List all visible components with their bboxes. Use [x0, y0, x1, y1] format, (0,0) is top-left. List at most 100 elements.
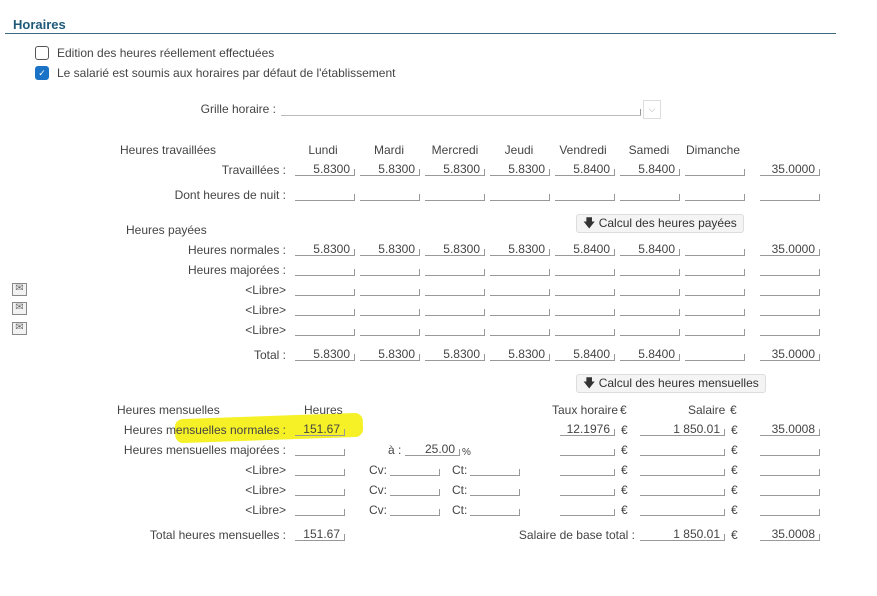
hours-field[interactable]: 5.8300 — [425, 162, 485, 176]
hours-field[interactable] — [490, 322, 550, 336]
heures-field[interactable] — [295, 462, 345, 476]
salaire-field[interactable] — [640, 482, 725, 496]
heures-field[interactable] — [295, 482, 345, 496]
hours-field[interactable] — [685, 262, 745, 276]
horaires-defaut-checkbox[interactable]: ✓ — [35, 66, 49, 80]
hours-field[interactable] — [760, 187, 820, 201]
calcul-heures-payees-button[interactable]: 🡇 Calcul des heures payées — [576, 214, 744, 233]
taux-horaire-field[interactable] — [560, 502, 615, 516]
heures-field[interactable] — [295, 442, 345, 456]
hours-field[interactable]: 5.8400 — [555, 347, 615, 361]
hours-field[interactable] — [620, 302, 680, 316]
heures-field[interactable]: 151.67 — [295, 422, 345, 436]
hours-field[interactable] — [425, 322, 485, 336]
hours-field[interactable] — [360, 282, 420, 296]
hours-field[interactable] — [685, 282, 745, 296]
hours-field[interactable]: 5.8400 — [620, 162, 680, 176]
ct-field[interactable] — [470, 482, 520, 496]
hours-field[interactable]: 35.0000 — [760, 347, 820, 361]
salaire-field[interactable]: 1 850.01 — [640, 422, 725, 436]
edition-heures-checkbox[interactable] — [35, 46, 49, 60]
calcul-heures-mensuelles-button[interactable]: 🡇 Calcul des heures mensuelles — [576, 374, 766, 393]
monthly-last-field[interactable] — [760, 462, 820, 476]
hours-field[interactable] — [760, 282, 820, 296]
hours-field[interactable] — [555, 187, 615, 201]
total-last-field[interactable]: 35.0008 — [760, 527, 820, 541]
hours-field[interactable]: 5.8400 — [620, 347, 680, 361]
hours-field[interactable]: 5.8400 — [555, 242, 615, 256]
hours-field[interactable]: 5.8300 — [360, 347, 420, 361]
hours-field[interactable] — [760, 262, 820, 276]
taux-horaire-field[interactable] — [560, 482, 615, 496]
taux-horaire-field[interactable] — [560, 462, 615, 476]
cv-field[interactable] — [390, 482, 440, 496]
hours-field[interactable] — [685, 242, 745, 256]
monthly-last-field[interactable] — [760, 482, 820, 496]
ct-field[interactable] — [470, 462, 520, 476]
hours-field[interactable]: 5.8300 — [490, 162, 550, 176]
hours-field[interactable] — [490, 302, 550, 316]
hours-field[interactable] — [295, 262, 355, 276]
hours-field[interactable] — [760, 302, 820, 316]
hours-field[interactable] — [685, 162, 745, 176]
hours-field[interactable]: 5.8400 — [555, 162, 615, 176]
hours-field[interactable] — [620, 262, 680, 276]
hours-field[interactable] — [490, 187, 550, 201]
hours-field[interactable] — [425, 262, 485, 276]
hours-field[interactable] — [425, 187, 485, 201]
salaire-field[interactable] — [640, 502, 725, 516]
monthly-last-field[interactable] — [760, 442, 820, 456]
hours-field[interactable]: 35.0000 — [760, 162, 820, 176]
hours-field[interactable]: 5.8300 — [425, 347, 485, 361]
envelope-icon[interactable]: ✉ — [12, 302, 27, 315]
hours-field[interactable] — [360, 322, 420, 336]
hours-field[interactable] — [490, 262, 550, 276]
hours-field[interactable]: 35.0000 — [760, 242, 820, 256]
hours-field[interactable] — [685, 302, 745, 316]
hours-field[interactable] — [555, 282, 615, 296]
ct-field[interactable] — [470, 502, 520, 516]
salaire-field[interactable] — [640, 442, 725, 456]
hours-field[interactable] — [425, 302, 485, 316]
hours-field[interactable] — [555, 262, 615, 276]
hours-field[interactable] — [295, 302, 355, 316]
taux-horaire-field[interactable] — [560, 442, 615, 456]
taux-horaire-field[interactable]: 12.1976 — [560, 422, 615, 436]
salaire-field[interactable] — [640, 462, 725, 476]
hours-field[interactable] — [685, 187, 745, 201]
cv-field[interactable] — [390, 502, 440, 516]
monthly-last-field[interactable] — [760, 502, 820, 516]
majoration-percent-field[interactable]: 25.00 — [405, 442, 460, 456]
hours-field[interactable] — [490, 282, 550, 296]
hours-field[interactable] — [685, 322, 745, 336]
hours-field[interactable] — [620, 187, 680, 201]
hours-field[interactable]: 5.8300 — [360, 162, 420, 176]
hours-field[interactable] — [760, 322, 820, 336]
chevron-down-icon[interactable]: ⌵ — [643, 100, 661, 119]
hours-field[interactable] — [360, 262, 420, 276]
envelope-icon[interactable]: ✉ — [12, 322, 27, 335]
hours-field[interactable] — [360, 187, 420, 201]
hours-field[interactable] — [620, 322, 680, 336]
hours-field[interactable]: 5.8300 — [295, 242, 355, 256]
hours-field[interactable] — [425, 282, 485, 296]
hours-field[interactable]: 5.8300 — [490, 347, 550, 361]
hours-field[interactable]: 5.8300 — [490, 242, 550, 256]
heures-field[interactable] — [295, 502, 345, 516]
hours-field[interactable]: 5.8300 — [360, 242, 420, 256]
hours-field[interactable] — [555, 322, 615, 336]
hours-field[interactable]: 5.8400 — [620, 242, 680, 256]
hours-field[interactable] — [555, 302, 615, 316]
hours-field[interactable] — [295, 282, 355, 296]
hours-field[interactable]: 5.8300 — [425, 242, 485, 256]
hours-field[interactable] — [360, 302, 420, 316]
salaire-total-field[interactable]: 1 850.01 — [640, 527, 725, 541]
hours-field[interactable] — [295, 187, 355, 201]
grille-horaire-select[interactable] — [281, 102, 641, 116]
hours-field[interactable] — [620, 282, 680, 296]
hours-field[interactable] — [295, 322, 355, 336]
hours-field[interactable]: 5.8300 — [295, 347, 355, 361]
envelope-icon[interactable]: ✉ — [12, 283, 27, 296]
monthly-last-field[interactable]: 35.0008 — [760, 422, 820, 436]
cv-field[interactable] — [390, 462, 440, 476]
